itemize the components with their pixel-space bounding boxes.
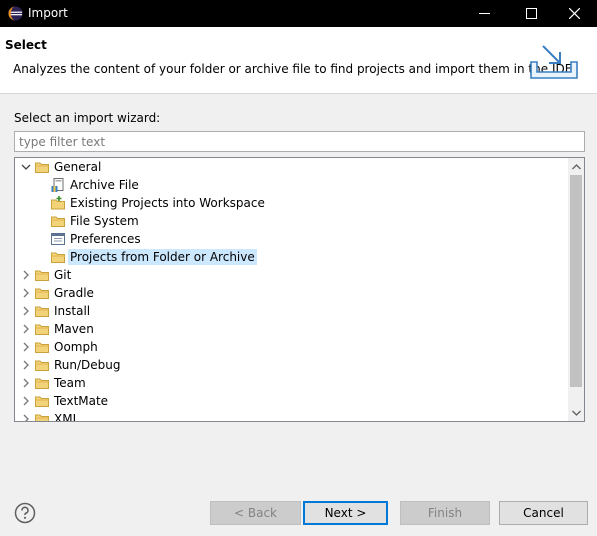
tree-category[interactable]: Team xyxy=(15,374,568,392)
tree-item[interactable]: File System xyxy=(15,212,568,230)
tree-category[interactable]: Git xyxy=(15,266,568,284)
tree-item-label: XML xyxy=(54,412,80,421)
page-description: Analyzes the content of your folder or a… xyxy=(13,62,577,76)
folder-icon xyxy=(35,324,49,335)
folder-icon xyxy=(35,288,49,299)
page-title: Select xyxy=(5,38,47,52)
tree-category[interactable]: General xyxy=(15,158,568,176)
tree-item[interactable]: Existing Projects into Workspace xyxy=(15,194,568,212)
tree-item-label: Maven xyxy=(54,322,94,336)
chevron-right-icon[interactable] xyxy=(20,377,32,389)
folder-icon xyxy=(51,252,65,263)
tree-item-label: Install xyxy=(54,304,91,318)
folder-icon xyxy=(35,162,49,173)
tree-item-label: Gradle xyxy=(54,286,94,300)
folder-icon xyxy=(35,270,49,281)
chevron-right-icon[interactable] xyxy=(20,269,32,281)
next-button[interactable]: Next > xyxy=(303,501,388,525)
window-title: Import xyxy=(28,6,68,20)
chevron-right-icon[interactable] xyxy=(20,359,32,371)
tree-item-label: Oomph xyxy=(54,340,98,354)
tree-item-label: Team xyxy=(54,376,86,390)
tree-category[interactable]: TextMate xyxy=(15,392,568,410)
tree-item[interactable]: Projects from Folder or Archive xyxy=(15,248,568,266)
filter-input[interactable] xyxy=(14,131,585,152)
tree-item[interactable]: Archive File xyxy=(15,176,568,194)
close-button[interactable] xyxy=(551,0,597,27)
chevron-down-icon[interactable] xyxy=(20,161,32,173)
tree-category[interactable]: Gradle xyxy=(15,284,568,302)
tree-item-label: File System xyxy=(70,214,139,228)
tree-item-label: Archive File xyxy=(70,178,139,192)
wizard-label: Select an import wizard: xyxy=(14,111,161,125)
scroll-up-button[interactable] xyxy=(568,158,584,175)
close-icon xyxy=(568,8,580,19)
tree-rows: General Archive File Existing Projects int… xyxy=(15,158,568,421)
folder-icon xyxy=(35,378,49,389)
wizard-banner: Select Analyzes the content of your fold… xyxy=(0,27,597,94)
folder-icon xyxy=(35,396,49,407)
eclipse-icon xyxy=(8,6,23,21)
tree-category[interactable]: Install xyxy=(15,302,568,320)
maximize-icon xyxy=(525,8,537,19)
tree-category[interactable]: XML xyxy=(15,410,568,421)
chevron-down-icon xyxy=(571,410,581,416)
minimize-button[interactable] xyxy=(461,0,507,27)
existing-projects-icon xyxy=(51,196,65,210)
tree-category[interactable]: Maven xyxy=(15,320,568,338)
chevron-right-icon[interactable] xyxy=(20,305,32,317)
tree-item-label: Preferences xyxy=(70,232,141,246)
chevron-right-icon[interactable] xyxy=(20,413,32,421)
tree-item-label: Projects from Folder or Archive xyxy=(68,249,257,265)
tree-item-label: TextMate xyxy=(54,394,109,408)
chevron-right-icon[interactable] xyxy=(20,395,32,407)
title-bar: Import xyxy=(0,0,597,27)
vertical-scrollbar[interactable] xyxy=(568,158,584,421)
preferences-icon xyxy=(51,233,65,245)
wizard-tree[interactable]: General Archive File Existing Projects int… xyxy=(14,157,585,422)
folder-icon xyxy=(51,216,65,227)
tree-category[interactable]: Run/Debug xyxy=(15,356,568,374)
cancel-button[interactable]: Cancel xyxy=(499,501,588,525)
chevron-right-icon[interactable] xyxy=(20,323,32,335)
scroll-down-button[interactable] xyxy=(568,404,584,421)
folder-icon xyxy=(35,342,49,353)
tree-item-label: General xyxy=(54,160,102,174)
scrollbar-thumb[interactable] xyxy=(570,175,582,387)
chevron-right-icon[interactable] xyxy=(20,287,32,299)
tree-item[interactable]: Preferences xyxy=(15,230,568,248)
import-wizard-icon xyxy=(530,45,578,79)
help-icon[interactable] xyxy=(14,502,36,524)
back-button[interactable]: < Back xyxy=(210,501,301,525)
folder-icon xyxy=(35,414,49,421)
maximize-button[interactable] xyxy=(508,0,554,27)
chevron-right-icon[interactable] xyxy=(20,341,32,353)
tree-item-label: Git xyxy=(54,268,72,282)
finish-button[interactable]: Finish xyxy=(400,501,490,525)
chevron-up-icon xyxy=(571,163,581,169)
folder-icon xyxy=(35,306,49,317)
tree-category[interactable]: Oomph xyxy=(15,338,568,356)
archive-file-icon xyxy=(51,178,64,192)
tree-item-label: Existing Projects into Workspace xyxy=(70,196,265,210)
minimize-icon xyxy=(478,13,490,14)
folder-icon xyxy=(35,360,49,371)
tree-item-label: Run/Debug xyxy=(54,358,121,372)
